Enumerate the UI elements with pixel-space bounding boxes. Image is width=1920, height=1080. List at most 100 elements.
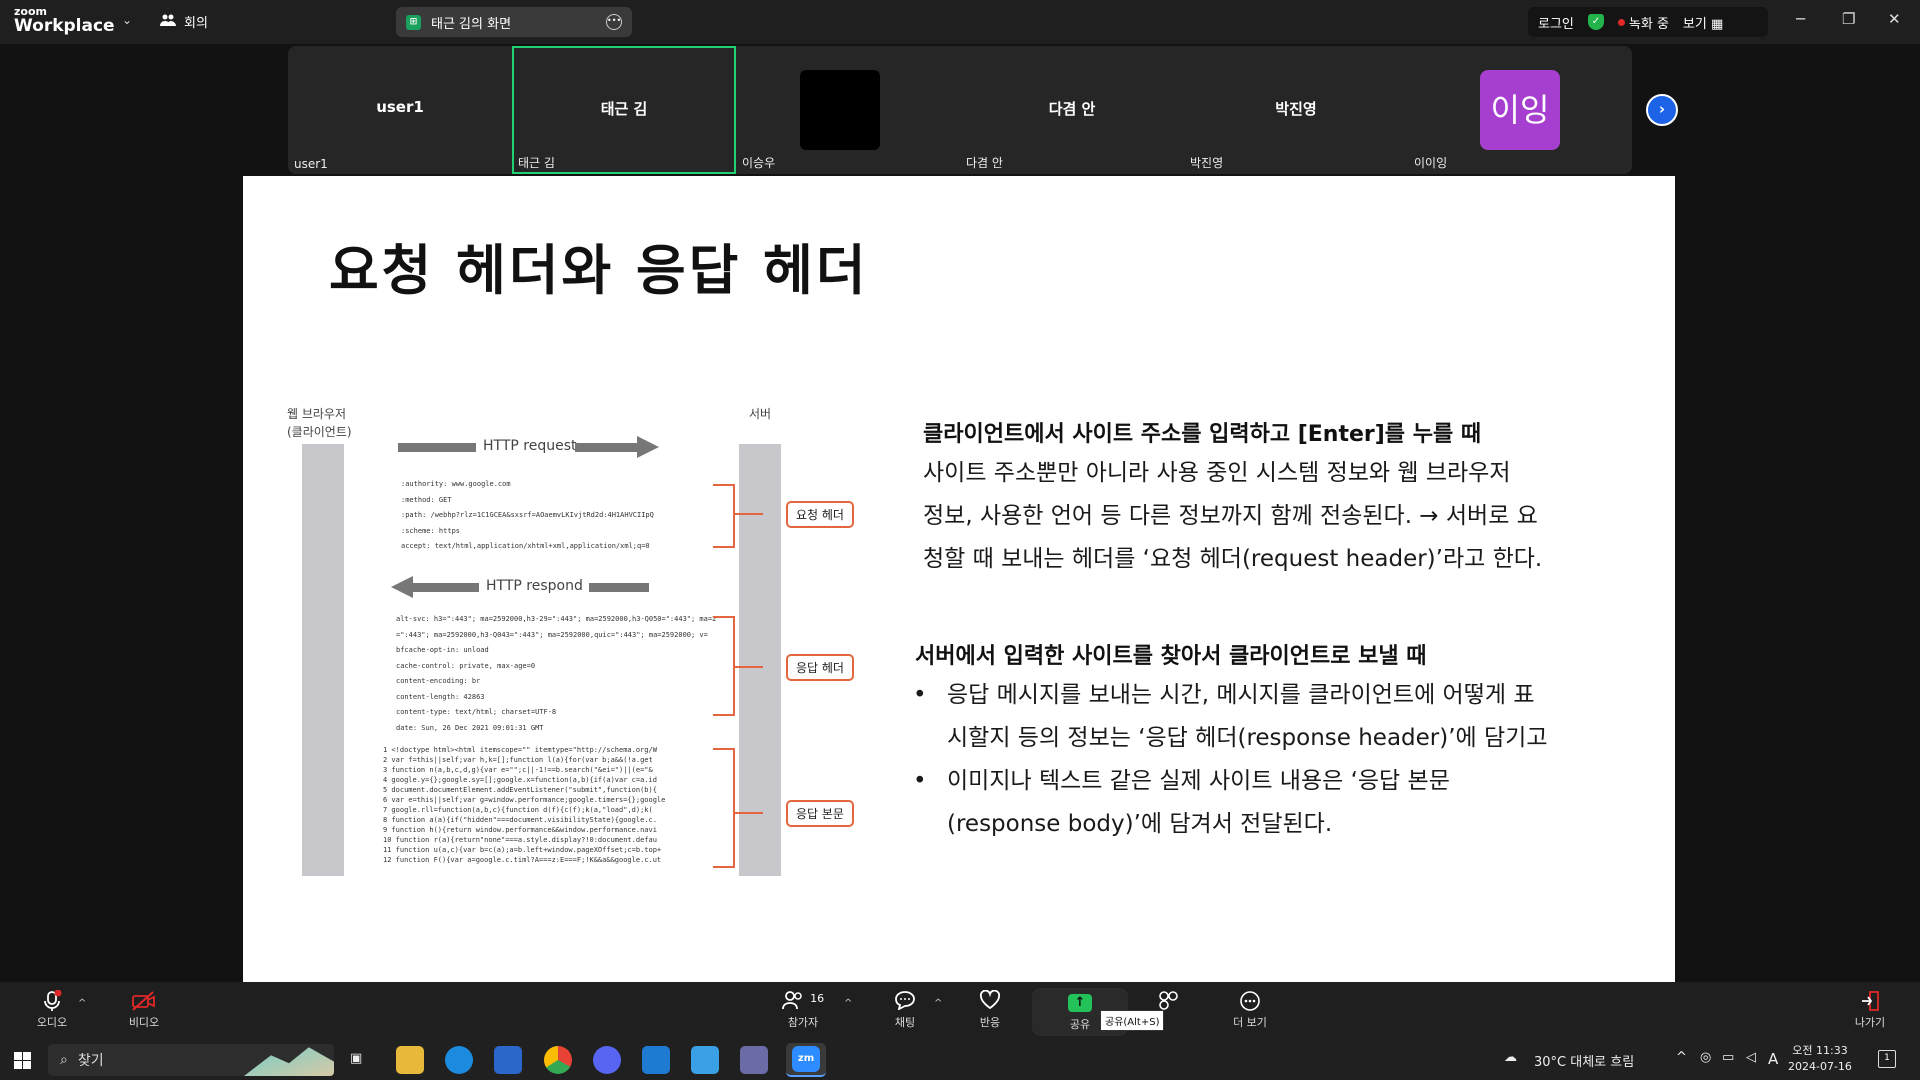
participant-tile-active-speaker[interactable]: 태근 김 태근 김 <box>512 46 736 174</box>
shared-screen-indicator[interactable]: ⊞ 태근 김의 화면 ••• <box>396 7 632 37</box>
chrome-icon[interactable] <box>544 1046 572 1074</box>
respond-arrow-left-segment <box>411 583 479 592</box>
response-line: date: Sun, 26 Dec 2021 09:01:31 GMT <box>396 723 544 732</box>
participants-button[interactable]: 16 참가자 <box>763 990 843 1030</box>
respond-arrow-right-segment <box>589 583 649 592</box>
code-line: 10 function r(a){return"none"===a.style.… <box>383 836 657 844</box>
ime-indicator[interactable]: A <box>1768 1050 1778 1068</box>
request-header-tag: 요청 헤더 <box>786 501 854 528</box>
code-line: 4 google.y={};google.sy=[];google.x=func… <box>383 776 657 784</box>
code-line: 2 var f=this||self;var h,k=[];function l… <box>383 756 653 764</box>
request-line: accept: text/html,application/xhtml+xml,… <box>401 542 650 550</box>
system-clock[interactable]: 오전 11:33 2024-07-16 <box>1788 1043 1852 1075</box>
leave-button[interactable]: 나가기 <box>1838 990 1902 1030</box>
paint-icon[interactable] <box>691 1046 719 1074</box>
participant-strip: user1 user1 태근 김 태근 김 이승우 다겸 안 다겸 안 박진영 … <box>288 46 1632 174</box>
response-body-code: 1 <!doctype html><html itemscope="" item… <box>383 745 717 865</box>
view-button[interactable]: 보기 ▦ <box>1683 13 1723 32</box>
audio-options-caret-icon[interactable]: ^ <box>78 998 86 1009</box>
chat-button[interactable]: 채팅 <box>873 990 937 1030</box>
more-options-icon[interactable]: ••• <box>606 14 622 30</box>
logo-bottom-text: Workplace <box>14 16 115 36</box>
code-line: 12 function F(){var a=google.c.timl?A===… <box>383 856 662 864</box>
chevron-up-icon[interactable]: ^ <box>1676 1050 1687 1065</box>
http-respond-label: HTTP respond <box>486 578 583 594</box>
meetings-menu[interactable]: 회의 <box>160 12 208 31</box>
weather-label[interactable]: 30°C 대체로 흐림 <box>1534 1051 1634 1070</box>
clock-date: 2024-07-16 <box>1788 1060 1852 1073</box>
response-line: bfcache-opt-in: unload <box>396 646 489 654</box>
request-line: :scheme: https <box>401 526 461 535</box>
volume-icon[interactable]: ◁ <box>1746 1050 1756 1065</box>
chat-options-caret-icon[interactable]: ^ <box>934 998 942 1009</box>
client-label: 웹 브라우저 (클라이언트) <box>287 405 352 441</box>
reactions-button[interactable]: 반응 <box>958 989 1022 1030</box>
zoom-titlebar: zoom Workplace ⌄ 회의 ⊞ 태근 김의 화면 ••• 로그인 ✓… <box>0 0 1920 44</box>
notification-icon[interactable]: 1 <box>1878 1050 1896 1068</box>
zoom-workplace-logo[interactable]: zoom Workplace <box>14 6 115 35</box>
response-header-bracket <box>713 616 735 716</box>
chevron-down-icon[interactable]: ⌄ <box>122 13 132 27</box>
camera-icon[interactable]: ◎ <box>1700 1050 1711 1065</box>
vscode-icon[interactable] <box>642 1046 670 1074</box>
login-link[interactable]: 로그인 <box>1538 13 1574 32</box>
restore-icon[interactable]: ❐ <box>1842 10 1855 28</box>
response-body-connector <box>735 812 763 814</box>
code-line: 5 document.documentElement.addEventListe… <box>383 786 657 794</box>
more-button[interactable]: 더 보기 <box>1218 990 1282 1030</box>
more-dots-icon <box>1218 990 1282 1014</box>
participant-label: 다겸 안 <box>966 156 1003 170</box>
participant-name-center: 다겸 안 <box>1048 100 1096 118</box>
participant-tile[interactable]: 다겸 안 다겸 안 <box>960 46 1184 174</box>
file-explorer-icon[interactable] <box>396 1046 424 1074</box>
reactions-label: 반응 <box>979 1016 1001 1029</box>
close-icon[interactable]: ✕ <box>1888 10 1901 28</box>
meeting-toolbar: 오디오 ^ 비디오 16 참가자 ^ 채팅 ^ 반응 ↑ 공유 더 보기 나가기 <box>0 982 1920 1040</box>
spreadsheet-icon: ⊞ <box>406 14 421 30</box>
request-line: :authority: www.google.com <box>401 480 511 488</box>
response-header-tag: 응답 헤더 <box>786 654 854 681</box>
discord-icon[interactable] <box>593 1046 621 1074</box>
request-arrow-right-segment <box>575 443 639 452</box>
microsoft-store-icon[interactable] <box>494 1046 522 1074</box>
audio-label: 오디오 <box>36 1016 68 1029</box>
participant-tile[interactable]: 이승우 <box>736 46 960 174</box>
chevron-right-icon[interactable]: › <box>1646 94 1678 126</box>
task-view-icon[interactable]: ▣ <box>350 1051 362 1066</box>
request-header-lines: :authority: www.google.com :method: GET … <box>401 477 721 555</box>
audio-button[interactable]: 오디오 <box>20 989 84 1030</box>
section1-line: 청할 때 보내는 헤더를 ‘요청 헤더(request header)’라고 한… <box>923 546 1543 572</box>
windows-start-icon[interactable] <box>14 1052 31 1069</box>
recording-indicator[interactable]: 녹화 중 <box>1618 13 1669 32</box>
search-highlight-image <box>244 1047 334 1076</box>
app-icon[interactable] <box>740 1046 768 1074</box>
section1-line: 정보, 사용한 언어 등 다른 정보까지 함께 전송된다. → 서버로 요 <box>923 503 1538 529</box>
response-line: content-length: 42863 <box>396 692 485 701</box>
participant-tile[interactable]: user1 user1 <box>288 46 512 174</box>
participant-tile[interactable]: 박진영 박진영 <box>1184 46 1408 174</box>
chat-label: 채팅 <box>894 1016 916 1029</box>
bullet-line: 시할지 등의 정보는 ‘응답 헤더(response header)’에 담기고 <box>947 725 1548 751</box>
arrow-right-icon <box>637 436 659 458</box>
meetings-label: 회의 <box>184 16 208 31</box>
video-button[interactable]: 비디오 <box>112 990 176 1030</box>
participants-options-caret-icon[interactable]: ^ <box>844 998 852 1009</box>
weather-cloud-icon[interactable]: ☁ <box>1504 1050 1517 1065</box>
video-label: 비디오 <box>128 1016 160 1029</box>
edge-browser-icon[interactable] <box>445 1046 473 1074</box>
participant-label: user1 <box>294 157 328 171</box>
search-label: 찾기 <box>77 1053 104 1069</box>
code-line: 1 <!doctype html><html itemscope="" item… <box>383 746 657 754</box>
taskbar-search[interactable]: ⌕ 찾기 <box>48 1044 334 1076</box>
client-label-line2: (클라이언트) <box>287 425 352 439</box>
slide-title: 요청 헤더와 응답 헤더 <box>329 239 869 302</box>
participant-tile[interactable]: 이잉 이이잉 <box>1408 46 1632 174</box>
chat-icon <box>873 990 937 1014</box>
response-line: =":443"; ma=2592000,h3-Q043=":443"; ma=2… <box>396 630 708 639</box>
shield-check-icon[interactable]: ✓ <box>1587 14 1604 30</box>
request-line: :path: /webhp?rlz=1C1GCEA&sxsrf=AOaemvLK… <box>401 511 654 519</box>
minimize-icon[interactable]: ─ <box>1796 10 1805 28</box>
code-line: 9 function h(){return window.performance… <box>383 826 657 834</box>
network-icon[interactable]: ▭ <box>1722 1050 1734 1065</box>
zoom-taskbar-item[interactable]: zm <box>786 1043 826 1077</box>
